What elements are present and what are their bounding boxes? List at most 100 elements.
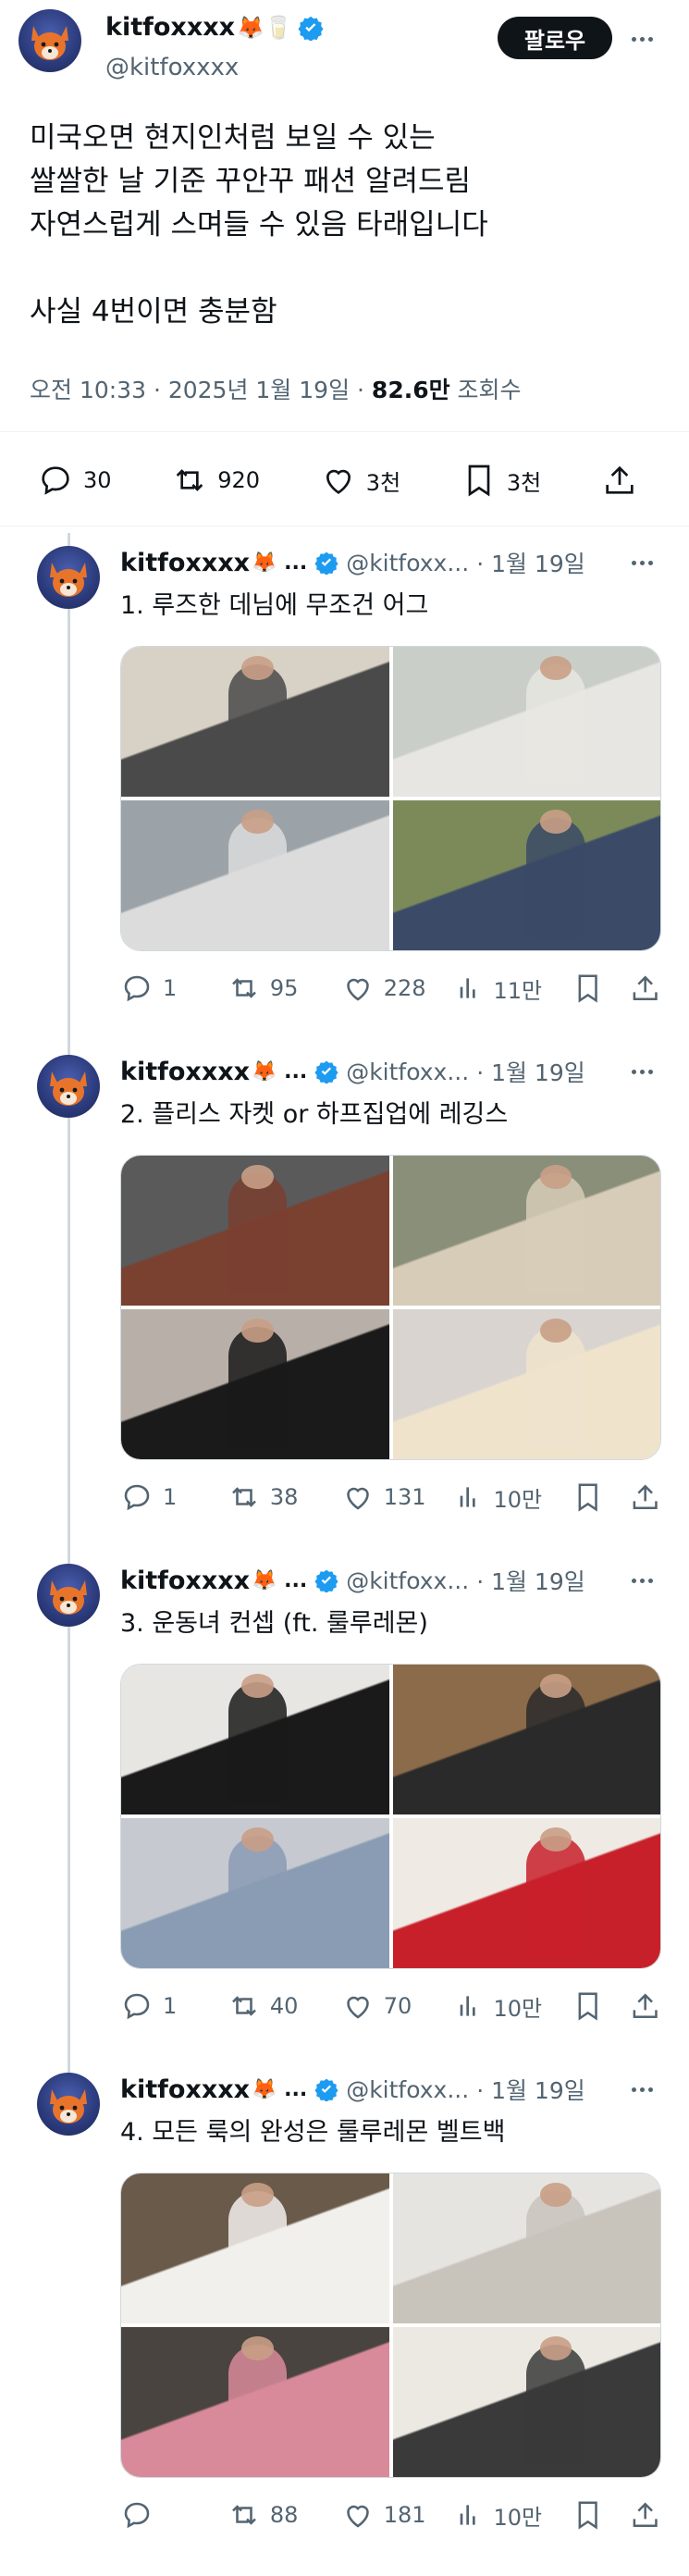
reply-icon <box>42 466 69 495</box>
author-handle: @kitfoxxxx <box>105 54 240 81</box>
heart-icon <box>326 469 351 494</box>
share-icon[interactable] <box>629 972 661 1005</box>
tweet-photo[interactable] <box>392 1309 660 1459</box>
more-options-icon[interactable] <box>632 37 653 42</box>
reply-tweet[interactable]: kitfoxxxx 🦊 ... @kitfoxx... · 1월 19일 3. … <box>0 1542 689 2060</box>
repost-button[interactable]: 38 <box>228 1480 341 1514</box>
share-icon <box>606 465 634 494</box>
reply-tweet[interactable]: kitfoxxxx 🦊 ... @kitfoxx... · 1월 19일 2. … <box>0 1033 689 1551</box>
repost-count: 920 <box>217 467 261 493</box>
tweet-photo[interactable] <box>121 1309 389 1459</box>
reply-button[interactable] <box>120 2498 228 2532</box>
like-button[interactable]: 3천 <box>320 462 400 499</box>
share-icon[interactable] <box>629 1480 661 1514</box>
reply-date[interactable]: · 1월 19일 <box>476 1564 585 1597</box>
tweet-photo[interactable] <box>121 800 389 950</box>
repost-icon <box>232 978 256 998</box>
reply-tweet[interactable]: kitfoxxxx 🦊 ... @kitfoxx... · 1월 19일 1. … <box>0 533 689 1051</box>
reply-date[interactable]: · 1월 19일 <box>476 1055 585 1088</box>
bookmark-button[interactable]: 3천 <box>461 462 541 499</box>
tweet-photo[interactable] <box>392 2327 660 2477</box>
repost-button[interactable]: 920 <box>171 462 260 499</box>
repost-button[interactable]: 40 <box>228 1989 341 2023</box>
views-button[interactable]: 10만 <box>454 2499 568 2532</box>
share-icon[interactable] <box>629 1989 661 2023</box>
tweet-photo[interactable] <box>392 1156 660 1306</box>
repost-button[interactable]: 88 <box>228 2498 341 2532</box>
repost-icon <box>232 2505 256 2525</box>
verified-badge-icon <box>314 1060 338 1084</box>
reply-author-emoji: 🦊 ... <box>252 551 308 575</box>
tweet-timestamp[interactable]: 오전 10:33 · 2025년 1월 19일 · <box>30 377 372 403</box>
tweet-photo[interactable] <box>392 1818 660 1968</box>
photo-grid <box>120 1155 661 1460</box>
views-count: 10만 <box>493 2504 543 2531</box>
reply-tweet[interactable]: kitfoxxxx 🦊 ... @kitfoxx... · 1월 19일 4. … <box>0 2050 689 2569</box>
reply-date[interactable]: · 1월 19일 <box>476 546 585 579</box>
reply-text: 3. 운동녀 컨셉 (ft. 룰루레몬) <box>120 1609 428 1638</box>
follow-button[interactable]: 팔로우 <box>498 17 612 59</box>
tweet-text: 미국오면 현지인처럼 보일 수 있는 쌀쌀한 날 기준 꾸안꾸 패션 알려드림 … <box>30 121 488 328</box>
like-count: 181 <box>383 2502 426 2528</box>
share-icon[interactable] <box>629 2498 661 2532</box>
verified-badge-icon <box>314 1569 338 1592</box>
tweet-photo[interactable] <box>392 647 660 797</box>
reply-button[interactable]: 1 <box>120 1480 228 1514</box>
reply-author-name[interactable]: kitfoxxxx <box>120 1567 250 1595</box>
reply-avatar[interactable] <box>37 546 100 609</box>
tweet-photo[interactable] <box>392 800 660 950</box>
tweet-photo[interactable] <box>392 1665 660 1814</box>
reply-button[interactable]: 1 <box>120 972 228 1005</box>
bookmark-icon[interactable] <box>572 1480 604 1514</box>
more-options-icon[interactable] <box>632 561 653 565</box>
like-count: 228 <box>383 975 426 1001</box>
reply-text: 2. 플리스 자켓 or 하프집업에 레깅스 <box>120 1100 509 1129</box>
repost-count: 40 <box>269 1993 299 2019</box>
reply-author-name[interactable]: kitfoxxxx <box>120 549 250 577</box>
reply-author-handle: @kitfoxx... <box>346 1058 470 1085</box>
tweet-photo[interactable] <box>121 2327 389 2477</box>
views-button[interactable]: 11만 <box>454 972 568 1005</box>
reply-avatar[interactable] <box>37 1055 100 1118</box>
bookmark-icon[interactable] <box>572 972 604 1005</box>
author-avatar[interactable] <box>18 9 81 72</box>
reply-button[interactable]: 1 <box>120 1989 228 2023</box>
like-count: 131 <box>383 1484 426 1510</box>
verified-badge-icon <box>314 2078 338 2101</box>
author-name[interactable]: kitfoxxxx <box>105 13 235 42</box>
more-options-icon[interactable] <box>632 2087 653 2092</box>
tweet-photo[interactable] <box>121 1818 389 1968</box>
analytics-icon <box>461 2505 476 2525</box>
tweet-photo[interactable] <box>392 2174 660 2323</box>
views-button[interactable]: 10만 <box>454 1481 568 1514</box>
reply-avatar[interactable] <box>37 2073 100 2136</box>
heart-icon <box>346 1487 369 1510</box>
fox-avatar-icon <box>50 1071 87 1106</box>
reply-author-name[interactable]: kitfoxxxx <box>120 2075 250 2104</box>
analytics-icon <box>461 978 476 998</box>
tweet-photo[interactable] <box>121 1665 389 1814</box>
reply-icon <box>124 1484 150 1511</box>
bookmark-icon[interactable] <box>572 1989 604 2023</box>
share-button[interactable] <box>601 462 647 499</box>
reply-avatar[interactable] <box>37 1564 100 1627</box>
like-button[interactable]: 131 <box>341 1480 455 1514</box>
reply-author-name[interactable]: kitfoxxxx <box>120 1058 250 1086</box>
reply-date[interactable]: · 1월 19일 <box>476 2073 585 2106</box>
like-button[interactable]: 70 <box>341 1989 455 2023</box>
like-button[interactable]: 228 <box>341 972 455 1005</box>
tweet-photo[interactable] <box>121 1156 389 1306</box>
repost-icon <box>232 1996 256 2016</box>
more-options-icon[interactable] <box>632 1070 653 1074</box>
tweet-photo[interactable] <box>121 2174 389 2323</box>
reply-button[interactable]: 30 <box>37 462 112 499</box>
reply-count: 30 <box>83 467 112 493</box>
like-button[interactable]: 181 <box>341 2498 455 2532</box>
views-button[interactable]: 10만 <box>454 1990 568 2023</box>
bookmark-icon[interactable] <box>572 2498 604 2532</box>
tweet-photo[interactable] <box>121 647 389 797</box>
repost-button[interactable]: 95 <box>228 972 341 1005</box>
heart-icon <box>346 1996 369 2019</box>
more-options-icon[interactable] <box>632 1579 653 1583</box>
views-count: 11만 <box>493 977 543 1004</box>
